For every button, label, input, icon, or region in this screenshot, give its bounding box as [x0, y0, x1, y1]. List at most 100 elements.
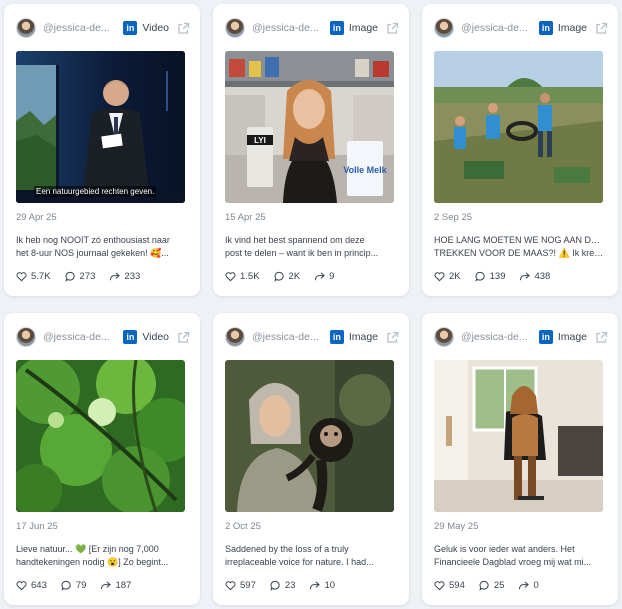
post-header: @jessica-de... in Image — [225, 17, 399, 39]
post-card[interactable]: @jessica-de... in Video 17 Jun 25 Lieve … — [4, 313, 200, 605]
heart-icon — [16, 581, 27, 591]
post-text[interactable]: HOE LANG MOETEN WE NOG AAN DE BEL TREKKE… — [434, 234, 606, 259]
post-type-label: Image — [557, 22, 587, 34]
carton-label: Volle Melk — [343, 165, 387, 175]
avatar[interactable] — [16, 18, 36, 38]
shares-stat: 233 — [109, 271, 140, 282]
post-text-line: post te delen – want ik ben in princip..… — [225, 247, 379, 258]
shares-stat: 9 — [314, 271, 334, 282]
likes-count: 5.7K — [31, 271, 51, 282]
post-card[interactable]: @jessica-de... in Video Een natuurgebied… — [4, 4, 200, 296]
post-date: 17 Jun 25 — [16, 521, 58, 532]
post-media[interactable]: LYI Volle Melk — [225, 51, 394, 203]
post-type-label: Image — [348, 331, 378, 343]
post-text-line: HOE LANG MOETEN WE NOG AAN DE BEL — [434, 235, 606, 245]
post-text[interactable]: Ik heb nog NOOIT zó enthousiast naar het… — [16, 234, 188, 259]
post-text[interactable]: Saddened by the loss of a truly irreplac… — [225, 543, 397, 568]
likes-stat: 643 — [16, 580, 47, 591]
post-media[interactable] — [434, 51, 603, 203]
post-text-line: Saddened by the loss of a truly — [225, 544, 349, 554]
post-date: 29 Apr 25 — [16, 212, 57, 223]
shares-stat: 187 — [100, 580, 131, 591]
external-link-icon[interactable] — [386, 331, 399, 344]
comments-count: 273 — [79, 271, 96, 282]
shares-count: 233 — [124, 271, 141, 282]
comments-stat: 25 — [479, 580, 505, 591]
post-text-line: Geluk is voor ieder wat anders. Het — [434, 544, 575, 554]
post-media[interactable] — [16, 360, 185, 512]
post-stats: 643 79 187 — [16, 580, 145, 591]
post-text-line: handtekeningen nodig 😮] Zo begint... — [16, 556, 169, 567]
post-date: 15 Apr 25 — [225, 212, 266, 223]
comment-icon — [61, 580, 71, 591]
comments-count: 139 — [489, 271, 506, 282]
post-grid: @jessica-de... in Video Een natuurgebied… — [4, 4, 618, 605]
avatar[interactable] — [225, 327, 245, 347]
post-text-line: het 8-uur NOS journaal gekeken! 🥰... — [16, 247, 169, 258]
avatar[interactable] — [434, 327, 454, 347]
post-card[interactable]: @jessica-de... in Image — [422, 4, 618, 296]
share-icon — [520, 272, 531, 281]
heart-icon — [434, 581, 445, 591]
author-handle[interactable]: @jessica-de... — [461, 331, 533, 343]
shares-count: 187 — [115, 580, 132, 591]
post-header: @jessica-de... in Video — [16, 326, 190, 348]
carton-label: LYI — [254, 136, 266, 145]
video-caption: Een natuurgebied rechten geven. — [34, 186, 157, 197]
post-stats: 594 25 0 — [434, 580, 553, 591]
post-text[interactable]: Ik vind het best spannend om deze post t… — [225, 234, 397, 259]
comments-count: 79 — [75, 580, 87, 591]
shares-count: 9 — [329, 271, 335, 282]
avatar[interactable] — [16, 327, 36, 347]
share-icon — [310, 581, 321, 590]
post-text-line: Ik heb nog NOOIT zó enthousiast naar — [16, 235, 170, 245]
likes-stat: 597 — [225, 580, 256, 591]
author-handle[interactable]: @jessica-de... — [43, 331, 117, 343]
share-icon — [315, 272, 326, 281]
comments-stat: 23 — [270, 580, 295, 591]
likes-stat: 5.7K — [16, 271, 51, 282]
avatar[interactable] — [434, 18, 454, 38]
post-stats: 2K 139 438 — [434, 271, 564, 282]
post-card[interactable]: @jessica-de... in Image — [422, 313, 618, 605]
external-link-icon[interactable] — [595, 331, 608, 344]
post-text[interactable]: Geluk is voor ieder wat anders. Het Fina… — [434, 543, 606, 568]
comments-stat: 2K — [273, 271, 301, 282]
external-link-icon[interactable] — [177, 22, 190, 35]
linkedin-icon: in — [123, 330, 138, 344]
author-handle[interactable]: @jessica-de... — [461, 22, 533, 34]
likes-count: 597 — [240, 580, 256, 591]
post-card[interactable]: @jessica-de... in Image 2 Oct 25 Saddene… — [213, 313, 409, 605]
post-card[interactable]: @jessica-de... in Image — [213, 4, 409, 296]
post-type-label: Video — [142, 22, 169, 34]
shares-stat: 10 — [309, 580, 335, 591]
heart-icon — [225, 272, 236, 282]
comments-count: 2K — [288, 271, 301, 282]
share-icon — [519, 581, 530, 590]
post-media[interactable] — [434, 360, 603, 512]
post-text-line: Lieve natuur... 💚 [Er zijn nog 7,000 — [16, 544, 159, 554]
external-link-icon[interactable] — [595, 22, 608, 35]
comments-count: 25 — [493, 580, 505, 591]
avatar[interactable] — [225, 18, 245, 38]
author-handle[interactable]: @jessica-de... — [252, 22, 324, 34]
post-text[interactable]: Lieve natuur... 💚 [Er zijn nog 7,000 han… — [16, 543, 188, 568]
comment-icon — [474, 271, 485, 282]
comment-icon — [479, 580, 489, 591]
author-handle[interactable]: @jessica-de... — [252, 331, 324, 343]
heart-icon — [225, 581, 236, 591]
share-icon — [101, 581, 112, 590]
heart-icon — [434, 272, 445, 282]
comment-icon — [270, 580, 280, 591]
post-media[interactable] — [225, 360, 394, 512]
post-date: 2 Sep 25 — [434, 212, 473, 223]
shares-stat: 438 — [519, 271, 550, 282]
comment-icon — [273, 271, 284, 282]
linkedin-icon: in — [329, 21, 344, 35]
post-header: @jessica-de... in Image — [434, 17, 608, 39]
shares-count: 0 — [533, 580, 539, 591]
external-link-icon[interactable] — [386, 22, 399, 35]
author-handle[interactable]: @jessica-de... — [43, 22, 117, 34]
post-media[interactable]: Een natuurgebied rechten geven. — [16, 51, 185, 203]
external-link-icon[interactable] — [177, 331, 190, 344]
